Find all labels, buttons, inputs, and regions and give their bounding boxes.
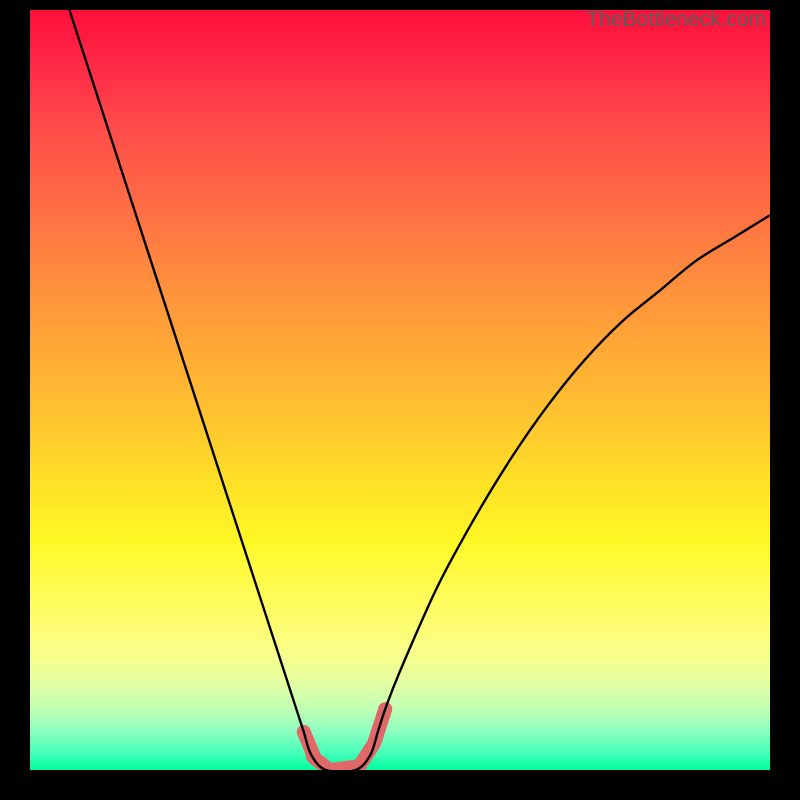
flat-region-highlight	[297, 702, 392, 770]
bottleneck-curve	[30, 10, 770, 770]
plot-area	[30, 10, 770, 770]
watermark-text: TheBottleneck.com	[586, 8, 766, 32]
chart-frame: TheBottleneck.com	[0, 0, 800, 800]
curve-layer	[30, 10, 770, 770]
